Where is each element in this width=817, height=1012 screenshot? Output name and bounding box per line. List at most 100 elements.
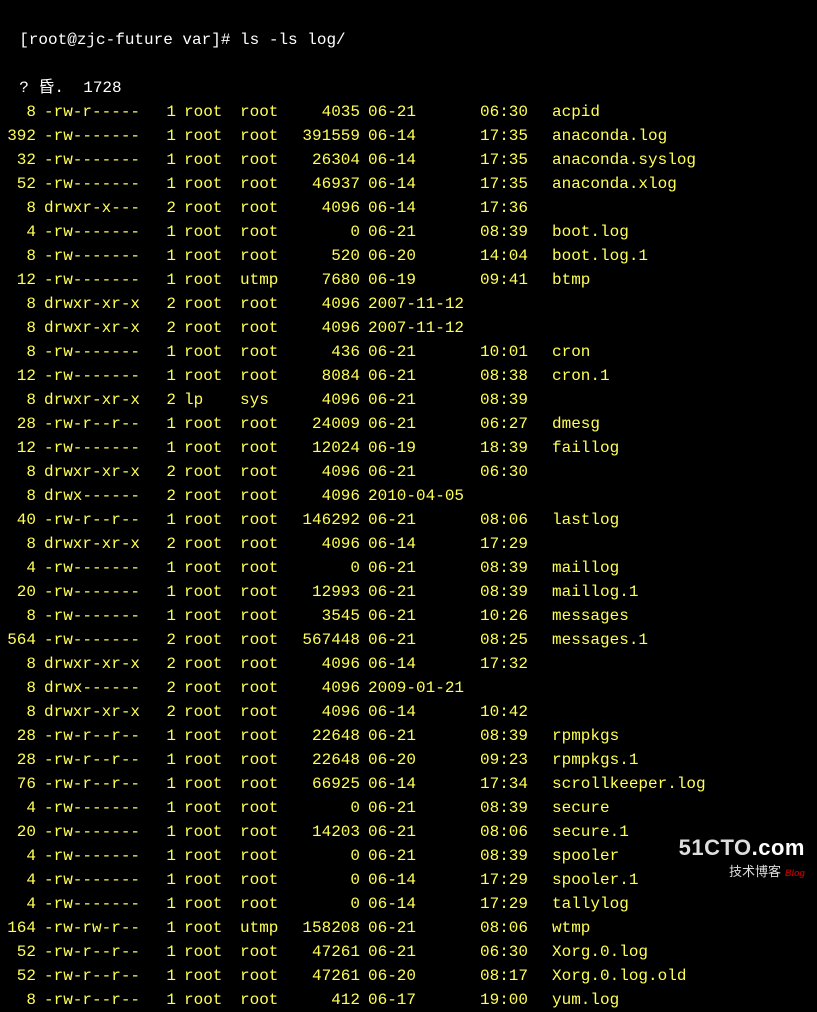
col-perms: -rw------- [36, 220, 156, 244]
list-item: 4-rw-------1rootroot006-2108:39secure [0, 796, 817, 820]
col-owner: root [176, 772, 232, 796]
col-time: 17:29 [480, 868, 544, 892]
col-date: 06-21 [360, 100, 480, 124]
col-size: 4096 [288, 652, 360, 676]
col-size: 4096 [288, 196, 360, 220]
col-blocks: 4 [0, 220, 36, 244]
col-group: root [232, 580, 288, 604]
col-owner: root [176, 436, 232, 460]
col-time: 17:29 [480, 892, 544, 916]
col-group: root [232, 508, 288, 532]
col-owner: root [176, 652, 232, 676]
col-owner: root [176, 364, 232, 388]
col-owner: root [176, 268, 232, 292]
col-links: 1 [156, 796, 176, 820]
col-blocks: 20 [0, 580, 36, 604]
col-links: 1 [156, 844, 176, 868]
col-links: 2 [156, 532, 176, 556]
col-time: 08:39 [480, 796, 544, 820]
col-perms: -rw------- [36, 436, 156, 460]
col-links: 2 [156, 388, 176, 412]
col-blocks: 52 [0, 172, 36, 196]
col-owner: root [176, 340, 232, 364]
col-perms: drwxr-xr-x [36, 700, 156, 724]
col-size: 567448 [288, 628, 360, 652]
col-links: 2 [156, 628, 176, 652]
col-perms: -rw-r--r-- [36, 772, 156, 796]
list-item: 28-rw-r--r--1rootroot2264806-2009:23rpmp… [0, 748, 817, 772]
col-date: 06-21 [360, 508, 480, 532]
col-date: 06-21 [360, 556, 480, 580]
watermark-blog: Blog [785, 868, 805, 878]
col-group: root [232, 604, 288, 628]
list-item: 12-rw-------1rootutmp768006-1909:41btmp [0, 268, 817, 292]
col-size: 4035 [288, 100, 360, 124]
col-size: 8084 [288, 364, 360, 388]
col-date: 2009-01-21 [360, 676, 480, 700]
col-size: 4096 [288, 292, 360, 316]
col-group: root [232, 964, 288, 988]
col-perms: drwx------ [36, 484, 156, 508]
col-owner: root [176, 892, 232, 916]
col-group: root [232, 556, 288, 580]
col-filename: secure.1 [544, 820, 629, 844]
col-time: 08:39 [480, 556, 544, 580]
col-blocks: 32 [0, 148, 36, 172]
col-group: root [232, 484, 288, 508]
col-group: utmp [232, 916, 288, 940]
col-blocks: 8 [0, 244, 36, 268]
col-blocks: 4 [0, 796, 36, 820]
col-time: 14:04 [480, 244, 544, 268]
col-perms: -rw-r--r-- [36, 748, 156, 772]
col-time: 08:17 [480, 964, 544, 988]
col-filename: anaconda.log [544, 124, 667, 148]
col-perms: drwxr-xr-x [36, 460, 156, 484]
list-item: 392-rw-------1rootroot39155906-1417:35an… [0, 124, 817, 148]
list-item: 8-rw-------1rootroot43606-2110:01cron [0, 340, 817, 364]
col-size: 412 [288, 988, 360, 1012]
col-owner: root [176, 292, 232, 316]
col-date: 06-21 [360, 604, 480, 628]
col-filename [544, 316, 552, 340]
list-item: 32-rw-------1rootroot2630406-1417:35anac… [0, 148, 817, 172]
col-time: 18:39 [480, 436, 544, 460]
list-item: 4-rw-------1rootroot006-2108:39boot.log [0, 220, 817, 244]
prompt-line: [root@zjc-future var]# ls -ls log/ [0, 4, 817, 52]
col-owner: root [176, 220, 232, 244]
list-item: 8drwxr-xr-x2rootroot40962007-11-12 [0, 316, 817, 340]
col-perms: -rw-r--r-- [36, 412, 156, 436]
col-links: 1 [156, 244, 176, 268]
col-filename: anaconda.syslog [544, 148, 696, 172]
col-date: 2007-11-12 [360, 292, 480, 316]
col-links: 2 [156, 652, 176, 676]
col-size: 0 [288, 796, 360, 820]
col-time: 08:06 [480, 508, 544, 532]
col-perms: -rw-r--r-- [36, 724, 156, 748]
col-blocks: 8 [0, 652, 36, 676]
col-size: 3545 [288, 604, 360, 628]
watermark: 51CTO.com 技术博客Blog [679, 836, 805, 885]
col-time: 06:27 [480, 412, 544, 436]
col-perms: -rw------- [36, 244, 156, 268]
col-time: 09:41 [480, 268, 544, 292]
col-filename: boot.log.1 [544, 244, 648, 268]
col-time: 08:25 [480, 628, 544, 652]
col-perms: -rw------- [36, 580, 156, 604]
col-size: 22648 [288, 748, 360, 772]
col-date: 06-21 [360, 364, 480, 388]
col-links: 1 [156, 988, 176, 1012]
col-owner: root [176, 676, 232, 700]
col-links: 1 [156, 364, 176, 388]
watermark-sub: 技术博客 [729, 864, 781, 879]
col-size: 26304 [288, 148, 360, 172]
col-owner: root [176, 196, 232, 220]
col-time: 17:35 [480, 124, 544, 148]
col-size: 0 [288, 844, 360, 868]
col-size: 146292 [288, 508, 360, 532]
col-filename: boot.log [544, 220, 629, 244]
col-owner: root [176, 724, 232, 748]
col-size: 46937 [288, 172, 360, 196]
col-size: 12024 [288, 436, 360, 460]
col-group: sys [232, 388, 288, 412]
col-filename: rpmpkgs.1 [544, 748, 638, 772]
